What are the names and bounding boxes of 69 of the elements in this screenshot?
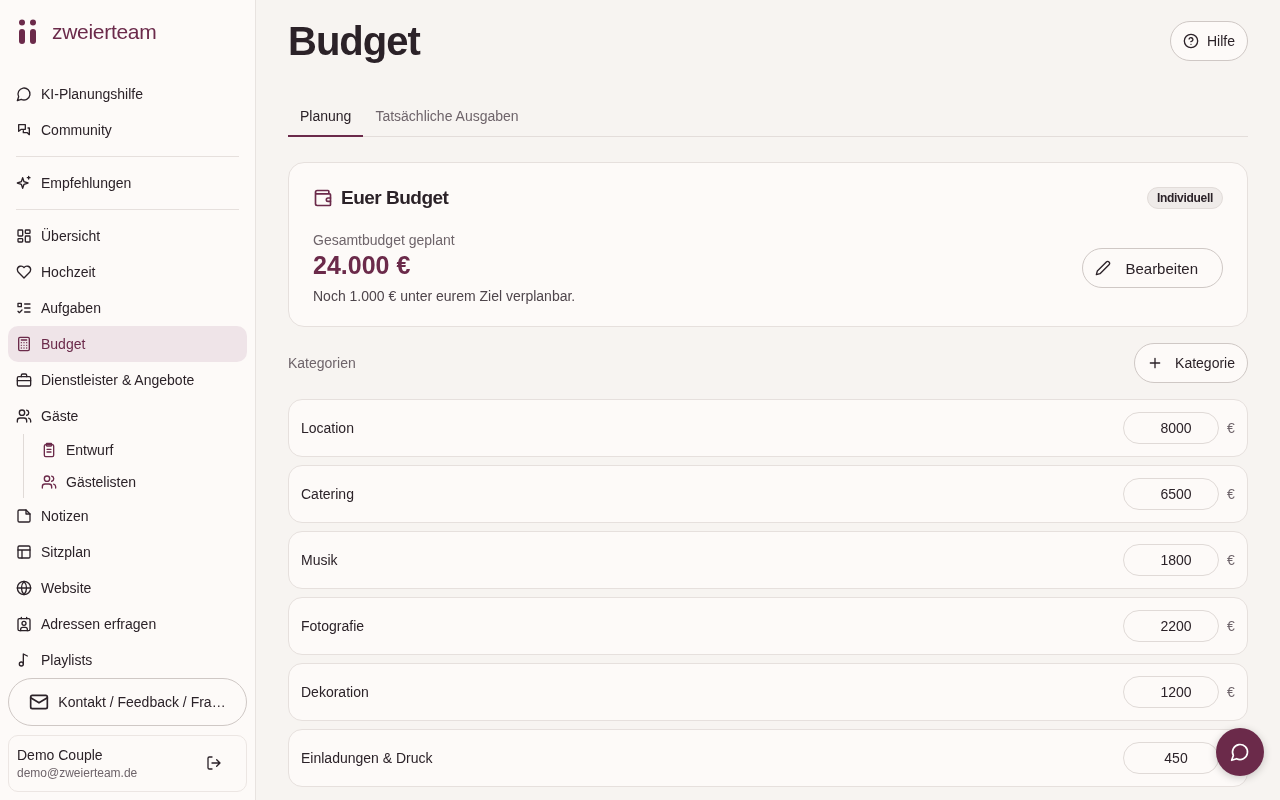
calculator-icon bbox=[16, 336, 32, 353]
edit-button[interactable]: Bearbeiten bbox=[1082, 248, 1223, 288]
logo-icon bbox=[18, 18, 38, 45]
budget-note: Noch 1.000 € unter eurem Ziel verplanbar. bbox=[313, 288, 576, 304]
amount-field[interactable]: 2200 bbox=[1123, 610, 1219, 642]
currency-label: € bbox=[1227, 684, 1235, 700]
contact-card-icon bbox=[16, 616, 32, 633]
tab[interactable]: Planung bbox=[288, 97, 364, 137]
currency-label: € bbox=[1227, 552, 1235, 568]
currency-label: € bbox=[1227, 420, 1235, 436]
nav-item[interactable]: Aufgaben bbox=[8, 290, 247, 327]
heart-icon bbox=[16, 264, 32, 281]
category-name: Musik bbox=[301, 552, 338, 568]
nav-item[interactable]: Dienstleister & Angebote bbox=[8, 362, 247, 399]
amount-field[interactable]: 450 bbox=[1123, 742, 1219, 774]
help-button[interactable]: Hilfe bbox=[1170, 21, 1248, 61]
budget-label: Gesamtbudget geplant bbox=[313, 232, 456, 248]
amount-field[interactable]: 8000 bbox=[1123, 412, 1219, 444]
nav-item[interactable]: Community bbox=[8, 112, 247, 149]
logo-text: zweierteam bbox=[52, 19, 157, 44]
add-category-button[interactable]: Kategorie bbox=[1134, 343, 1248, 383]
user-name: Demo Couple bbox=[17, 746, 104, 763]
plan-badge: Individuell bbox=[1146, 187, 1223, 209]
card-title: Euer Budget bbox=[341, 187, 449, 209]
clipboard-icon bbox=[41, 442, 57, 459]
chat-button[interactable] bbox=[1216, 728, 1264, 776]
wallet-icon bbox=[313, 188, 333, 208]
nav-item[interactable]: Übersicht bbox=[8, 218, 247, 255]
contact-button[interactable]: Kontakt / Feedback / Fra… bbox=[8, 678, 247, 726]
note-icon bbox=[16, 508, 32, 525]
nav-item[interactable]: Playlists bbox=[8, 642, 247, 679]
user-email: demo@zweierteam.de bbox=[17, 765, 138, 780]
people-icon bbox=[41, 474, 57, 491]
nav-item[interactable]: Entwurf bbox=[33, 434, 247, 467]
category-name: Fotografie bbox=[301, 618, 365, 634]
nav-item[interactable]: Empfehlungen bbox=[8, 165, 247, 202]
chat-bubble-icon bbox=[16, 86, 32, 103]
budget-amount: 24.000 € bbox=[313, 251, 412, 280]
nav-item[interactable]: Adressen erfragen bbox=[8, 606, 247, 643]
amount-field[interactable]: 1200 bbox=[1123, 676, 1219, 708]
category-name: Catering bbox=[301, 486, 354, 502]
nav-item[interactable]: KI-Planungshilfe bbox=[8, 76, 247, 113]
nav-item[interactable]: Gästelisten bbox=[33, 466, 247, 499]
tab[interactable]: Tatsächliche Ausgaben bbox=[363, 97, 531, 137]
nav-item[interactable]: Hochzeit bbox=[8, 254, 247, 291]
currency-label: € bbox=[1227, 486, 1235, 502]
page-title: Budget bbox=[288, 18, 420, 64]
currency-label: € bbox=[1227, 618, 1235, 634]
category-name: Dekoration bbox=[301, 684, 369, 700]
pencil-icon bbox=[1095, 260, 1112, 276]
layout-icon bbox=[16, 544, 32, 561]
dashboard-icon bbox=[16, 228, 32, 245]
nav-item[interactable]: Budget bbox=[8, 326, 247, 363]
help-icon bbox=[1183, 33, 1199, 49]
nav-item[interactable]: Website bbox=[8, 570, 247, 607]
nav-item[interactable]: Notizen bbox=[8, 498, 247, 535]
nav-item[interactable]: Gäste bbox=[8, 398, 247, 435]
nav-item[interactable]: Sitzplan bbox=[8, 534, 247, 571]
briefcase-icon bbox=[16, 372, 32, 389]
amount-field[interactable]: 6500 bbox=[1123, 478, 1219, 510]
globe-icon bbox=[16, 580, 32, 597]
section-heading: Kategorien bbox=[288, 355, 356, 371]
people-icon bbox=[16, 408, 32, 425]
sparkle-icon bbox=[16, 175, 32, 192]
category-name: Einladungen & Druck bbox=[301, 750, 433, 766]
amount-field[interactable]: 1800 bbox=[1123, 544, 1219, 576]
logout-icon bbox=[206, 755, 222, 772]
chat-bubble-icon bbox=[1230, 742, 1250, 762]
category-name: Location bbox=[301, 420, 354, 436]
